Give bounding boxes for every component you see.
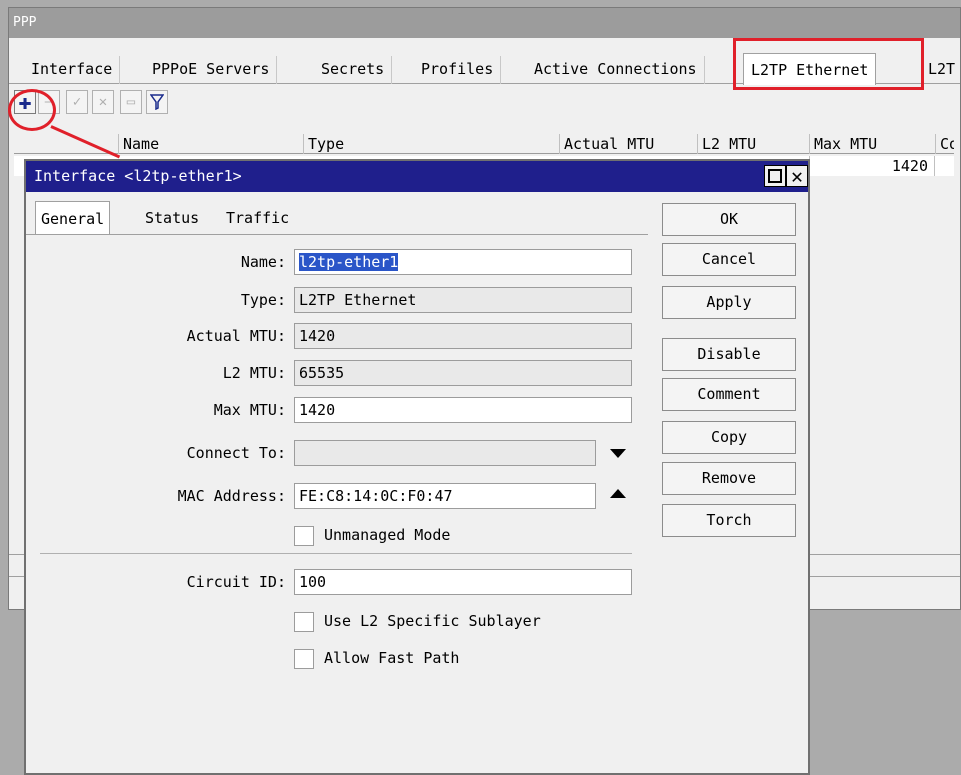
filter-icon[interactable] (146, 90, 168, 114)
actual-mtu-field: 1420 (294, 323, 632, 349)
name-label: Name: (240, 253, 286, 271)
fast-path-checkbox[interactable]: Allow Fast Path (294, 646, 459, 670)
col-type[interactable]: Type (303, 134, 558, 154)
tab-profiles[interactable]: Profiles (414, 56, 502, 84)
tab-status[interactable]: Status (140, 201, 204, 235)
mac-address-label: MAC Address: (177, 487, 286, 505)
circuit-id-field[interactable]: 100 (294, 569, 632, 595)
mac-address-field[interactable]: FE:C8:14:0C:F0:47 (294, 483, 596, 509)
maximize-icon[interactable] (764, 165, 786, 187)
l2-mtu-label: L2 MTU: (222, 364, 286, 382)
disable-icon[interactable]: ✕ (92, 90, 114, 114)
l2-mtu-field: 65535 (294, 360, 632, 386)
tab-active-connections[interactable]: Active Connections (527, 56, 705, 84)
tab-highlight-annotation (733, 38, 924, 90)
tab-traffic[interactable]: Traffic (221, 201, 294, 235)
tab-secrets[interactable]: Secrets (314, 56, 393, 84)
connect-to-label: Connect To: (186, 444, 286, 462)
copy-button[interactable]: Copy (662, 421, 796, 454)
tab-l2t[interactable]: L2T (921, 56, 960, 84)
cancel-button[interactable]: Cancel (662, 243, 796, 276)
tab-interface[interactable]: Interface (24, 56, 121, 84)
close-icon[interactable]: ✕ (786, 164, 808, 188)
fast-path-label: Allow Fast Path (324, 649, 460, 667)
enable-icon[interactable]: ✓ (66, 90, 88, 114)
interface-dialog: Interface <l2tp-ether1> ✕ General Status… (24, 159, 810, 775)
tab-general[interactable]: General (35, 201, 111, 235)
max-mtu-label: Max MTU: (213, 401, 286, 419)
section-divider (40, 553, 632, 554)
col-max-mtu[interactable]: Max MTU (809, 134, 935, 154)
type-label: Type: (240, 291, 286, 309)
checkbox-square[interactable] (294, 648, 314, 669)
col-l2-mtu[interactable]: L2 MTU (697, 134, 809, 154)
add-button-annotation (8, 89, 56, 131)
disable-button[interactable]: Disable (662, 338, 796, 371)
filter-funnel-icon (150, 94, 164, 110)
dialog-titlebar[interactable]: Interface <l2tp-ether1> (26, 161, 808, 192)
name-field[interactable]: l2tp-ether1 (294, 249, 632, 275)
torch-button[interactable]: Torch (662, 504, 796, 537)
l2-sublayer-checkbox[interactable]: Use L2 Specific Sublayer (294, 609, 541, 633)
chevron-up-icon[interactable] (610, 489, 626, 498)
dialog-title: Interface <l2tp-ether1> (34, 167, 242, 185)
checkbox-square[interactable] (294, 611, 314, 632)
actual-mtu-label: Actual MTU: (186, 327, 286, 345)
ppp-titlebar: PPP (9, 8, 960, 38)
chevron-down-icon[interactable] (610, 449, 626, 458)
type-field: L2TP Ethernet (294, 287, 632, 313)
name-value: l2tp-ether1 (299, 253, 399, 271)
comment-icon[interactable]: ▭ (120, 90, 142, 114)
ok-button[interactable]: OK (662, 203, 796, 236)
col-name[interactable]: Name (118, 134, 303, 154)
col-actual-mtu[interactable]: Actual MTU (559, 134, 697, 154)
col-comment[interactable]: Con (935, 134, 954, 154)
connect-to-field[interactable] (294, 440, 596, 466)
cell-max-mtu: 1420 (809, 156, 935, 176)
l2-sublayer-label: Use L2 Specific Sublayer (324, 612, 541, 630)
ppp-title: PPP (13, 15, 37, 30)
checkbox-square[interactable] (294, 525, 314, 546)
unmanaged-mode-checkbox[interactable]: Unmanaged Mode (294, 523, 450, 547)
list-header: Name Type Actual MTU L2 MTU Max MTU Con (14, 134, 954, 154)
comment-button[interactable]: Comment (662, 378, 796, 411)
apply-button[interactable]: Apply (662, 286, 796, 319)
remove-button[interactable]: Remove (662, 462, 796, 495)
circuit-id-label: Circuit ID: (186, 573, 286, 591)
max-mtu-field[interactable]: 1420 (294, 397, 632, 423)
tab-underline (26, 234, 648, 235)
unmanaged-mode-label: Unmanaged Mode (324, 526, 451, 544)
tab-pppoe-servers[interactable]: PPPoE Servers (145, 56, 278, 84)
